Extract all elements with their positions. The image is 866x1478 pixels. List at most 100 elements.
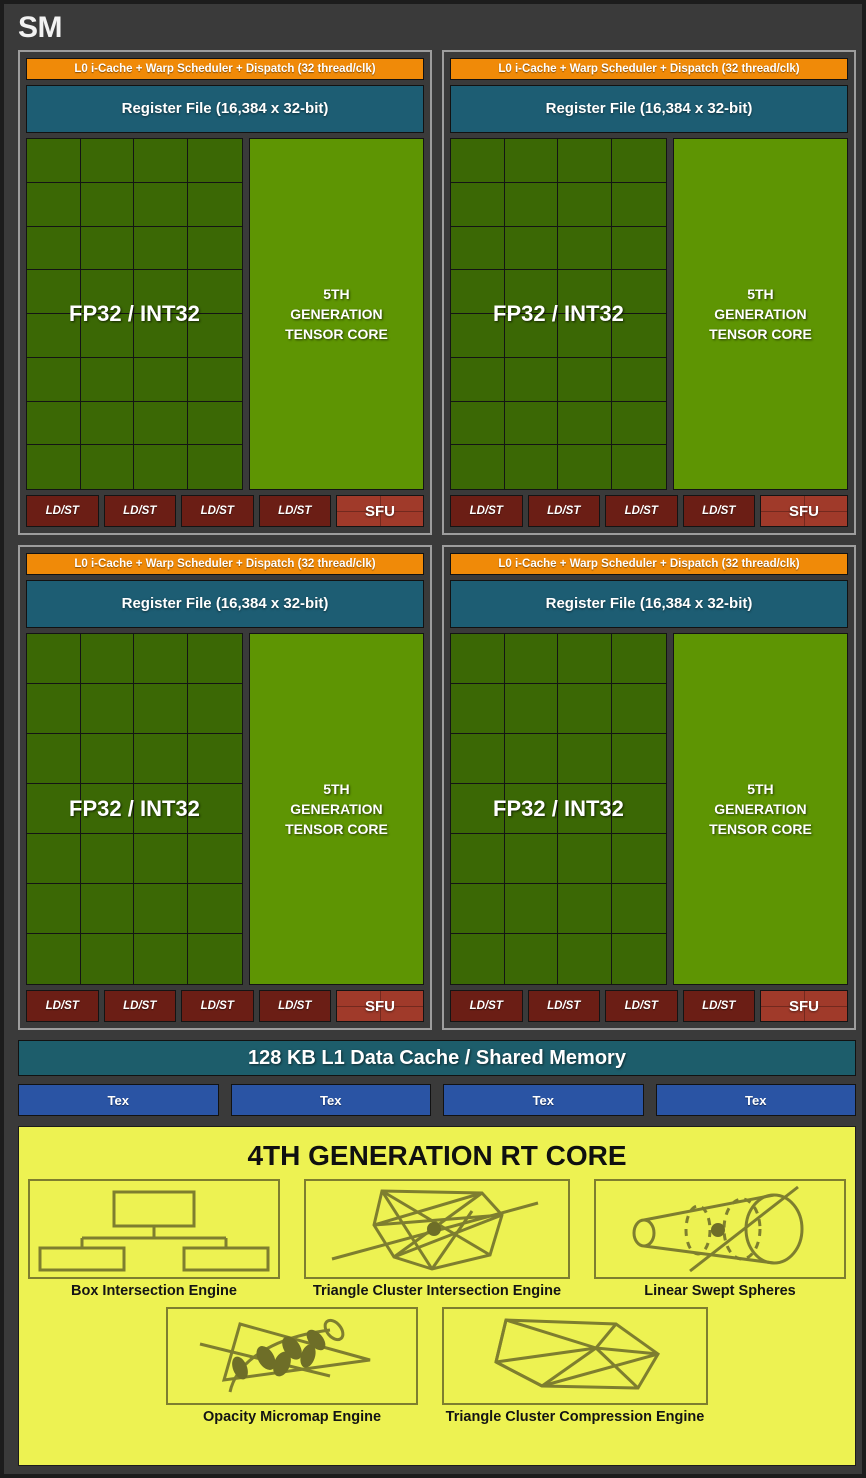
tensor-core-label-line: 5TH	[747, 780, 774, 797]
page-title: SM	[18, 11, 63, 44]
processing-blocks-grid: L0 i-Cache + Warp Scheduler + Dispatch (…	[18, 50, 856, 1030]
tex-unit: Tex	[18, 1084, 219, 1116]
tensor-core-label-line: TENSOR CORE	[285, 821, 388, 838]
warp-scheduler-bar: L0 i-Cache + Warp Scheduler + Dispatch (…	[26, 58, 424, 80]
fp32-core-cell	[612, 734, 666, 784]
fp32-core-cell	[451, 357, 505, 402]
core-area: FP32 / INT32 5TH GENERATION TENSOR CORE	[450, 633, 848, 985]
rt-engine-label: Linear Swept Spheres	[644, 1283, 796, 1299]
sfu-label: SFU	[789, 502, 819, 520]
sfu-label: SFU	[789, 997, 819, 1015]
tensor-core-label: 5TH GENERATION TENSOR CORE	[709, 284, 812, 345]
fp32-core-cell	[134, 834, 189, 884]
ldst-unit: LD/ST	[26, 990, 99, 1022]
fp32-core-cell	[188, 139, 242, 183]
fp32-core-cell	[134, 884, 189, 934]
fp32-core-cell	[451, 884, 505, 934]
rt-engine-label: Box Intersection Engine	[71, 1283, 237, 1299]
fp32-core-cell	[27, 934, 81, 984]
fp32-core-cell	[612, 314, 666, 358]
fp32-core-cell	[558, 734, 613, 784]
fp32-core-cell	[612, 884, 666, 934]
ldst-unit: LD/ST	[258, 495, 331, 527]
fp32-core-cell	[27, 784, 81, 834]
fp32-core-cell	[451, 226, 505, 271]
sfu-label: SFU	[365, 502, 395, 520]
fp32-core-cell	[188, 784, 242, 834]
fp32-core-cell	[134, 182, 189, 227]
tensor-core-label: 5TH GENERATION TENSOR CORE	[285, 284, 388, 345]
fp32-core-cell	[80, 270, 135, 314]
sfu-unit: SFU	[760, 990, 848, 1022]
fp32-core-cell	[558, 139, 613, 183]
box-hierarchy-icon	[28, 1179, 280, 1279]
fp32-core-cell	[80, 734, 135, 784]
ldst-unit: LD/ST	[181, 495, 254, 527]
rt-core-block: 4TH GENERATION RT CORE Box Intersection …	[18, 1126, 856, 1466]
fp32-core-cell	[504, 139, 559, 183]
fp32-core-cell	[451, 734, 505, 784]
fp32-core-cell	[451, 270, 505, 314]
warp-scheduler-bar: L0 i-Cache + Warp Scheduler + Dispatch (…	[26, 553, 424, 575]
tensor-core-block: 5TH GENERATION TENSOR CORE	[672, 633, 848, 985]
ldst-unit: LD/ST	[103, 495, 176, 527]
fp32-core-cell	[612, 401, 666, 446]
fp32-core-cell	[451, 445, 505, 489]
fp32-core-cell	[134, 634, 189, 684]
sfu-unit: SFU	[336, 990, 424, 1022]
fp32-core-cell	[188, 684, 242, 734]
fp32-core-cell	[134, 226, 189, 271]
fp32-core-cell	[188, 182, 242, 227]
rt-engine-label: Triangle Cluster Intersection Engine	[312, 1283, 562, 1299]
ldst-unit: LD/ST	[450, 495, 523, 527]
sm-diagram: SM L0 i-Cache + Warp Scheduler + Dispatc…	[0, 0, 866, 1478]
ldst-sfu-row: LD/ST LD/ST LD/ST LD/ST SFU	[26, 495, 424, 527]
fp32-core-cell	[504, 182, 559, 227]
swept-sphere-cone-icon	[594, 1179, 846, 1279]
tensor-core-block: 5TH GENERATION TENSOR CORE	[248, 138, 424, 490]
fp32-core-cell	[451, 934, 505, 984]
fp32-core-cell	[612, 445, 666, 489]
fp32-core-cell	[188, 401, 242, 446]
fp32-core-cell	[558, 401, 613, 446]
fp32-core-cell	[504, 357, 559, 402]
fp32-core-cell	[558, 314, 613, 358]
rt-engine-triangle-cluster-compression: Triangle Cluster Compression Engine	[442, 1307, 708, 1425]
box-hierarchy-icon-svg	[38, 1190, 270, 1272]
fp32-core-cell	[27, 226, 81, 271]
fp32-core-cell	[612, 270, 666, 314]
core-area: FP32 / INT32 5TH GENERATION TENSOR CORE	[26, 633, 424, 985]
tensor-core-label-line: 5TH	[747, 285, 774, 302]
fp32-core-cell	[80, 139, 135, 183]
fp32-core-cell	[451, 314, 505, 358]
tensor-core-label-line: 5TH	[323, 285, 350, 302]
fp32-core-cell	[80, 314, 135, 358]
fp32-core-cell	[612, 934, 666, 984]
processing-block: L0 i-Cache + Warp Scheduler + Dispatch (…	[442, 50, 856, 535]
fp32-core-cell	[80, 784, 135, 834]
tensor-core-label-line: GENERATION	[290, 800, 383, 817]
fp32-core-cell	[612, 226, 666, 271]
fp32-int32-grid: FP32 / INT32	[26, 138, 243, 490]
fp32-core-cell	[27, 401, 81, 446]
fp32-core-cell	[504, 934, 559, 984]
fp32-core-cell	[504, 784, 559, 834]
fp32-core-cell	[134, 684, 189, 734]
tex-unit: Tex	[443, 1084, 644, 1116]
core-area: FP32 / INT32 5TH GENERATION TENSOR CORE	[26, 138, 424, 490]
fp32-core-cell	[27, 884, 81, 934]
foliage-alpha-icon-svg	[199, 1318, 371, 1393]
fp32-core-cell	[558, 834, 613, 884]
triangle-cluster-icon-svg	[494, 1318, 660, 1390]
fp32-core-cell	[188, 634, 242, 684]
fp32-core-cell	[80, 884, 135, 934]
fp32-core-cell	[80, 934, 135, 984]
ldst-unit: LD/ST	[605, 990, 678, 1022]
fp32-core-cell	[134, 357, 189, 402]
tensor-core-label-line: GENERATION	[714, 305, 807, 322]
rt-engine-triangle-cluster-intersection: Triangle Cluster Intersection Engine	[304, 1179, 570, 1299]
fp32-core-cell	[558, 684, 613, 734]
ldst-sfu-row: LD/ST LD/ST LD/ST LD/ST SFU	[450, 495, 848, 527]
swept-sphere-cone-icon-svg	[632, 1185, 804, 1273]
fp32-core-cell	[134, 270, 189, 314]
